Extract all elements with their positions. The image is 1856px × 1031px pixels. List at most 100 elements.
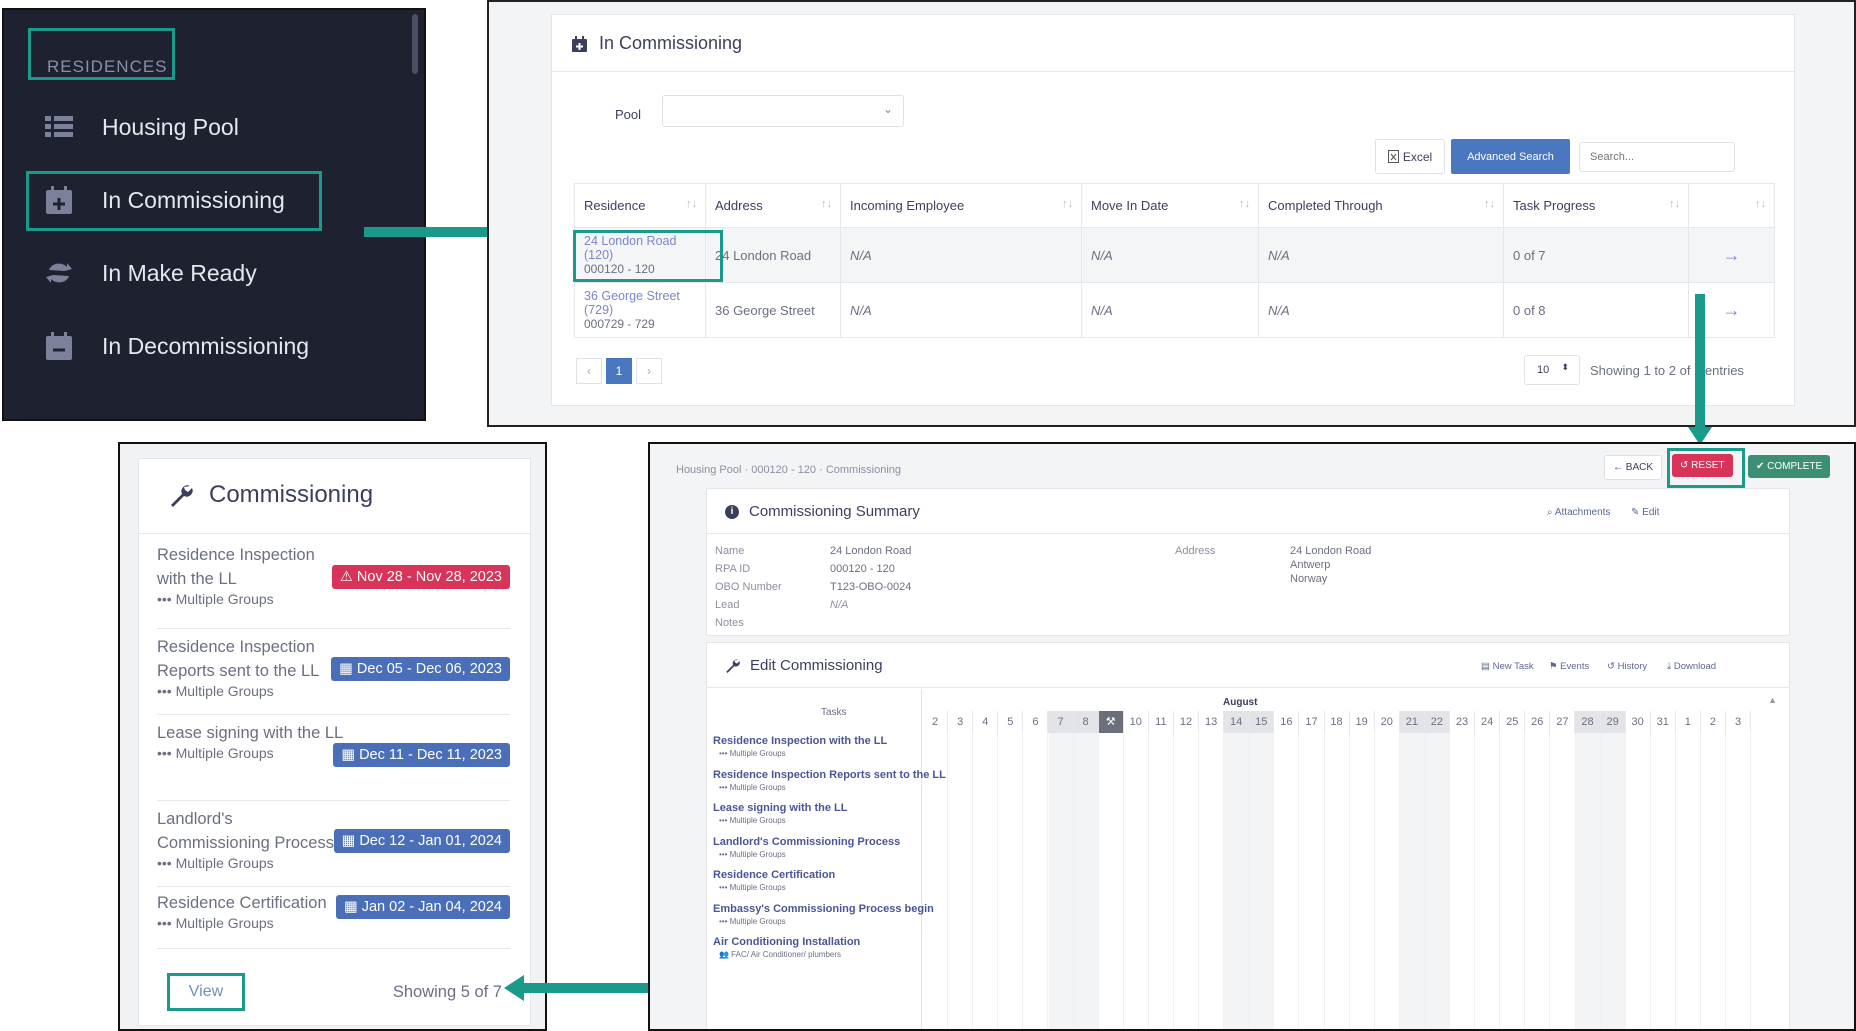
list-item[interactable]: Landlord's Commissioning Process ••• Mul… bbox=[157, 801, 510, 887]
sort-icon: ↑↓ bbox=[1062, 198, 1073, 210]
gantt-day: 19 bbox=[1350, 711, 1375, 733]
gantt-task-name: Landlord's Commissioning Process bbox=[713, 835, 901, 848]
list-item[interactable]: Residence Inspection with the LL ••• Mul… bbox=[157, 543, 510, 629]
gantt-task[interactable]: Lease signing with the LL ••• Multiple Gr… bbox=[713, 802, 919, 836]
sidebar-item-in-make-ready[interactable]: In Make Ready bbox=[44, 258, 257, 288]
page-size-select[interactable]: 10 ⬍ bbox=[1524, 355, 1580, 385]
gantt-task-name: Residence Inspection with the LL bbox=[713, 735, 888, 747]
reset-button[interactable]: ↺ RESET bbox=[1672, 454, 1733, 477]
gantt-column bbox=[1551, 733, 1576, 1029]
gantt-day: 15 bbox=[1249, 711, 1275, 733]
gantt-column bbox=[1149, 733, 1174, 1029]
sidebar-item-in-decommissioning[interactable]: In Decommissioning bbox=[44, 331, 309, 361]
excel-button[interactable]: Excel bbox=[1375, 139, 1445, 174]
gantt-day: 8 bbox=[1073, 711, 1099, 733]
column-header-incoming-employee[interactable]: Incoming Employee ↑↓ bbox=[840, 183, 1082, 228]
showing-entries: Showing 1 to 2 of 2 entries bbox=[1590, 363, 1744, 378]
gantt-task-name: Residence Inspection Reports sent to the… bbox=[713, 768, 946, 781]
events-link[interactable]: ⚑ Events bbox=[1549, 661, 1589, 672]
gantt-task[interactable]: Landlord's Commissioning Process ••• Mult… bbox=[713, 836, 919, 870]
view-button[interactable]: View bbox=[167, 973, 245, 1011]
table-row[interactable]: 36 George Street (729) 000729 - 729 36 Ge… bbox=[574, 282, 1775, 338]
gantt-divider bbox=[921, 689, 922, 1029]
card-header: i Commissioning Summary bbox=[725, 503, 920, 520]
gantt-task-list: Residence Inspection with the LL ••• Mult… bbox=[713, 735, 946, 970]
gantt-column bbox=[1651, 733, 1676, 1029]
sidebar-item-label: In Make Ready bbox=[102, 259, 257, 286]
edit-link[interactable]: ✎ Edit bbox=[1631, 507, 1659, 518]
address-line: Antwerp bbox=[1290, 559, 1331, 571]
new-task-link[interactable]: ▤ New Task bbox=[1481, 661, 1534, 672]
breadcrumb: Housing Pool · 000120 - 120 · Commission… bbox=[676, 464, 902, 476]
back-button[interactable]: ← BACK bbox=[1604, 455, 1663, 480]
gantt-task[interactable]: Embassy's Commissioning Process begin •••… bbox=[713, 903, 934, 937]
address-label: Address bbox=[1175, 545, 1216, 557]
sidebar-panel: RESIDENCES Housing Pool In Commissioning… bbox=[2, 8, 426, 421]
gantt-column bbox=[1425, 733, 1451, 1029]
gantt-day: 21 bbox=[1399, 711, 1425, 733]
pool-select[interactable]: ⌄ bbox=[662, 95, 904, 127]
showing-count: Showing 5 of 7 bbox=[392, 983, 502, 1001]
calendar-plus-icon bbox=[572, 35, 587, 52]
search-input[interactable] bbox=[1579, 142, 1735, 172]
gantt-column bbox=[1701, 733, 1727, 1029]
list-item[interactable]: Lease signing with the LL ••• Multiple G… bbox=[157, 715, 510, 801]
prev-page-button[interactable]: ‹ bbox=[576, 358, 602, 384]
gantt-column bbox=[1600, 733, 1626, 1029]
gantt-day: 22 bbox=[1424, 711, 1450, 733]
paperclip-icon: ⌕ bbox=[1547, 507, 1553, 518]
advanced-search-button[interactable]: Advanced Search bbox=[1451, 139, 1570, 174]
gantt-task[interactable]: Air Conditioning Installation 👥 FAC/ Air … bbox=[713, 936, 919, 970]
employee-cell: N/A bbox=[840, 227, 1082, 283]
field-label: Lead bbox=[715, 599, 740, 611]
gantt-column bbox=[1325, 733, 1350, 1029]
column-header-completed-through[interactable]: Completed Through ↑↓ bbox=[1258, 183, 1504, 228]
sidebar-scrollbar[interactable] bbox=[412, 14, 418, 74]
table-row[interactable]: 24 London Road (120) 000120 - 120 24 Lond… bbox=[574, 227, 1775, 283]
gantt-column bbox=[1350, 733, 1375, 1029]
calendar-icon: ▦ bbox=[341, 747, 356, 763]
next-page-button[interactable]: › bbox=[636, 358, 662, 384]
gantt-day: 4 bbox=[973, 711, 999, 733]
gantt-column bbox=[1174, 733, 1200, 1029]
gantt-day: 2 bbox=[1701, 711, 1726, 733]
gantt-day: 27 bbox=[1550, 711, 1576, 733]
gantt-day: 7 bbox=[1048, 711, 1074, 733]
column-header-residence[interactable]: Residence ↑↓ bbox=[574, 183, 706, 228]
sidebar-item-housing-pool[interactable]: Housing Pool bbox=[44, 112, 239, 142]
gantt-task[interactable]: Residence Inspection Reports sent to the… bbox=[713, 768, 946, 803]
page-button[interactable]: 1 bbox=[606, 358, 632, 384]
sort-icon: ↑↓ bbox=[1239, 198, 1250, 210]
column-header-address[interactable]: Address ↑↓ bbox=[705, 183, 841, 228]
gantt-column bbox=[1626, 733, 1651, 1029]
commissioning-summary-card: i Commissioning Summary ⌕ Attachments ✎ … bbox=[706, 488, 1790, 636]
sidebar-item-in-commissioning[interactable]: In Commissioning bbox=[44, 185, 285, 215]
residence-cell[interactable]: 36 George Street (729) 000729 - 729 bbox=[574, 282, 706, 338]
move-in-cell: N/A bbox=[1081, 282, 1259, 338]
gantt-column bbox=[1099, 733, 1124, 1029]
complete-button[interactable]: ✔ COMPLETE bbox=[1748, 455, 1831, 478]
column-header-actions[interactable]: ↑↓ bbox=[1688, 183, 1775, 228]
download-link[interactable]: ⤓ Download bbox=[1667, 661, 1716, 672]
gantt-column bbox=[1300, 733, 1325, 1029]
gantt-column bbox=[973, 733, 999, 1029]
arrow-right-icon[interactable]: → bbox=[1688, 227, 1775, 283]
dots-icon: ••• bbox=[157, 855, 172, 871]
gantt-task[interactable]: Residence Inspection with the LL ••• Mult… bbox=[713, 735, 919, 769]
gantt-day: 30 bbox=[1626, 711, 1651, 733]
scroll-up-icon[interactable]: ▲ bbox=[1768, 695, 1777, 705]
column-header-move-in-date[interactable]: Move In Date ↑↓ bbox=[1081, 183, 1259, 228]
gantt-column bbox=[1676, 733, 1702, 1029]
page-title: In Commissioning bbox=[599, 33, 743, 53]
list-icon bbox=[44, 112, 74, 142]
gantt-column bbox=[1249, 733, 1275, 1029]
gantt-task[interactable]: Residence Certification ••• Multiple Grou… bbox=[713, 869, 919, 903]
attachments-link[interactable]: ⌕ Attachments bbox=[1547, 507, 1610, 518]
arrow-connector bbox=[1695, 294, 1705, 429]
history-link[interactable]: ↺ History bbox=[1607, 661, 1647, 672]
list-item[interactable]: Residence Inspection Reports sent to the… bbox=[157, 629, 510, 715]
list-item[interactable]: Residence Certification ••• Multiple Gro… bbox=[157, 887, 510, 949]
calendar-icon: ▦ bbox=[343, 899, 358, 915]
column-header-task-progress[interactable]: Task Progress ↑↓ bbox=[1503, 183, 1689, 228]
gantt-day: 18 bbox=[1325, 711, 1350, 733]
